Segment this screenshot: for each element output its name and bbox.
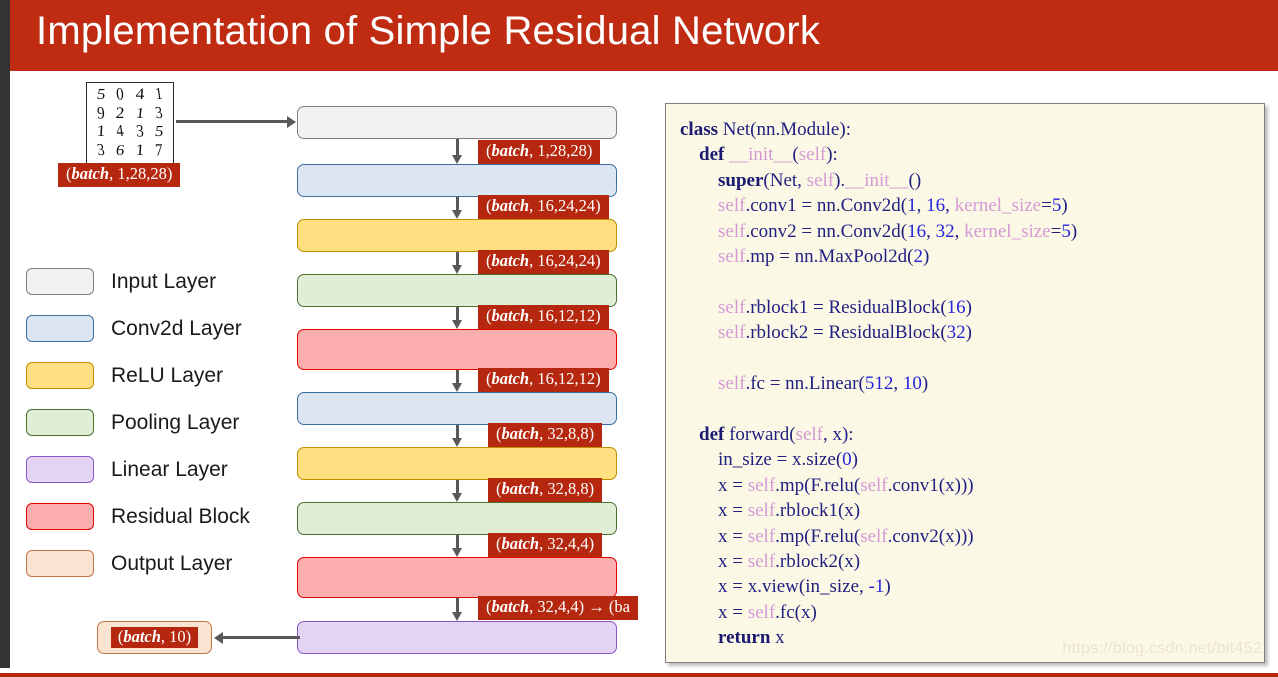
arrow-flow-3 — [452, 252, 462, 274]
legend-item-residual-block: Residual Block — [26, 493, 250, 540]
arrow-flow-6 — [452, 425, 462, 447]
watermark-text: https://blog.csdn.net/bit452 — [1062, 640, 1262, 657]
legend-swatch-output — [26, 550, 94, 577]
legend-item-output-layer: Output Layer — [26, 540, 250, 587]
legend-label: Output Layer — [111, 551, 233, 575]
shape-tag-after-conv2: (batch, 32,8,8) — [488, 423, 603, 447]
legend-swatch-input — [26, 268, 94, 295]
mnist-digit: 9 — [96, 104, 106, 123]
block-relu-2 — [297, 447, 617, 480]
slide-canvas: Implementation of Simple Residual Networ… — [0, 0, 1278, 677]
block-pooling-2 — [297, 502, 617, 535]
shape-tag-after-pool2: (batch, 32,4,4) — [488, 533, 603, 557]
code-block: class Net(nn.Module): def __init__(self)… — [680, 119, 1078, 649]
legend-label: Pooling Layer — [111, 410, 240, 434]
bottom-accent-rule — [0, 673, 1278, 677]
mnist-digit: 3 — [154, 104, 164, 123]
shape-tag-after-input: (batch, 1,28,28) — [478, 140, 601, 164]
arrow-input-to-block — [176, 115, 296, 128]
mnist-digit: 3 — [135, 122, 145, 141]
code-panel: class Net(nn.Module): def __init__(self)… — [665, 103, 1265, 663]
arrow-flow-5 — [452, 370, 462, 392]
mnist-digit: 6 — [115, 142, 126, 159]
legend-label: Linear Layer — [111, 457, 228, 481]
mnist-digit: 5 — [153, 123, 165, 140]
output-shape-pill: (batch, 10) — [97, 621, 212, 654]
page-title: Implementation of Simple Residual Networ… — [36, 9, 821, 53]
mnist-row: 5 0 4 1 — [92, 85, 168, 105]
mnist-row: 1 4 3 5 — [92, 122, 168, 141]
legend-item-relu-layer: ReLU Layer — [26, 352, 250, 399]
arrow-flow-9 — [452, 598, 462, 621]
legend-label: Residual Block — [111, 504, 250, 528]
legend: Input Layer Conv2d Layer ReLU Layer Pool… — [26, 258, 250, 587]
shape-tag-after-rblock2: (batch, 32,4,4) → (ba — [478, 596, 638, 620]
arrow-flow-7 — [452, 480, 462, 502]
arrow-flow-8 — [452, 535, 462, 557]
legend-item-conv2d-layer: Conv2d Layer — [26, 305, 250, 352]
mnist-digit: 4 — [115, 122, 126, 141]
block-input-layer — [297, 106, 617, 139]
legend-swatch-linear — [26, 456, 94, 483]
block-linear-layer — [297, 621, 617, 654]
shape-tag-after-pool1: (batch, 16,12,12) — [478, 305, 609, 329]
left-accent-rail — [0, 0, 10, 668]
arrow-to-output — [214, 631, 300, 644]
block-pooling-1 — [297, 274, 617, 307]
block-relu-1 — [297, 219, 617, 252]
mnist-digit: 3 — [96, 141, 106, 159]
mnist-digit-grid: 5 0 4 1 9 2 1 3 1 4 3 5 3 6 1 7 — [86, 82, 174, 164]
mnist-digit: 4 — [134, 86, 145, 104]
mnist-digit: 2 — [115, 104, 126, 122]
mnist-digit: 1 — [154, 85, 164, 104]
shape-tag-after-relu2: (batch, 32,8,8) — [488, 478, 603, 502]
legend-swatch-pooling — [26, 409, 94, 436]
shape-tag-input-source: (batch, 1,28,28) — [58, 163, 181, 187]
mnist-row: 3 6 1 7 — [92, 140, 168, 160]
legend-label: Conv2d Layer — [111, 316, 242, 340]
block-conv2d-1 — [297, 164, 617, 197]
mnist-digit: 1 — [134, 105, 145, 122]
mnist-digit: 7 — [154, 140, 164, 160]
title-bar: Implementation of Simple Residual Networ… — [10, 0, 1278, 71]
block-residual-2 — [297, 557, 617, 598]
mnist-digit: 1 — [96, 123, 106, 141]
arrow-flow-1 — [452, 139, 462, 164]
mnist-row: 9 2 1 3 — [92, 104, 168, 123]
mnist-digit: 5 — [95, 86, 107, 103]
legend-swatch-relu — [26, 362, 94, 389]
legend-item-linear-layer: Linear Layer — [26, 446, 250, 493]
legend-item-pooling-layer: Pooling Layer — [26, 399, 250, 446]
arrow-flow-4 — [452, 307, 462, 329]
legend-item-input-layer: Input Layer — [26, 258, 250, 305]
legend-label: ReLU Layer — [111, 363, 224, 387]
legend-swatch-conv2d — [26, 315, 94, 342]
mnist-digit: 1 — [134, 141, 145, 159]
legend-label: Input Layer — [111, 269, 217, 293]
shape-tag-after-rblock1: (batch, 16,12,12) — [478, 368, 609, 392]
shape-tag-after-conv1: (batch, 16,24,24) — [478, 195, 609, 219]
mnist-digit: 0 — [115, 85, 125, 105]
shape-tag-output: (batch, 10) — [110, 626, 199, 649]
arrow-flow-2 — [452, 197, 462, 219]
block-residual-1 — [297, 329, 617, 370]
shape-tag-after-relu1: (batch, 16,24,24) — [478, 250, 609, 274]
block-conv2d-2 — [297, 392, 617, 425]
legend-swatch-residual — [26, 503, 94, 530]
